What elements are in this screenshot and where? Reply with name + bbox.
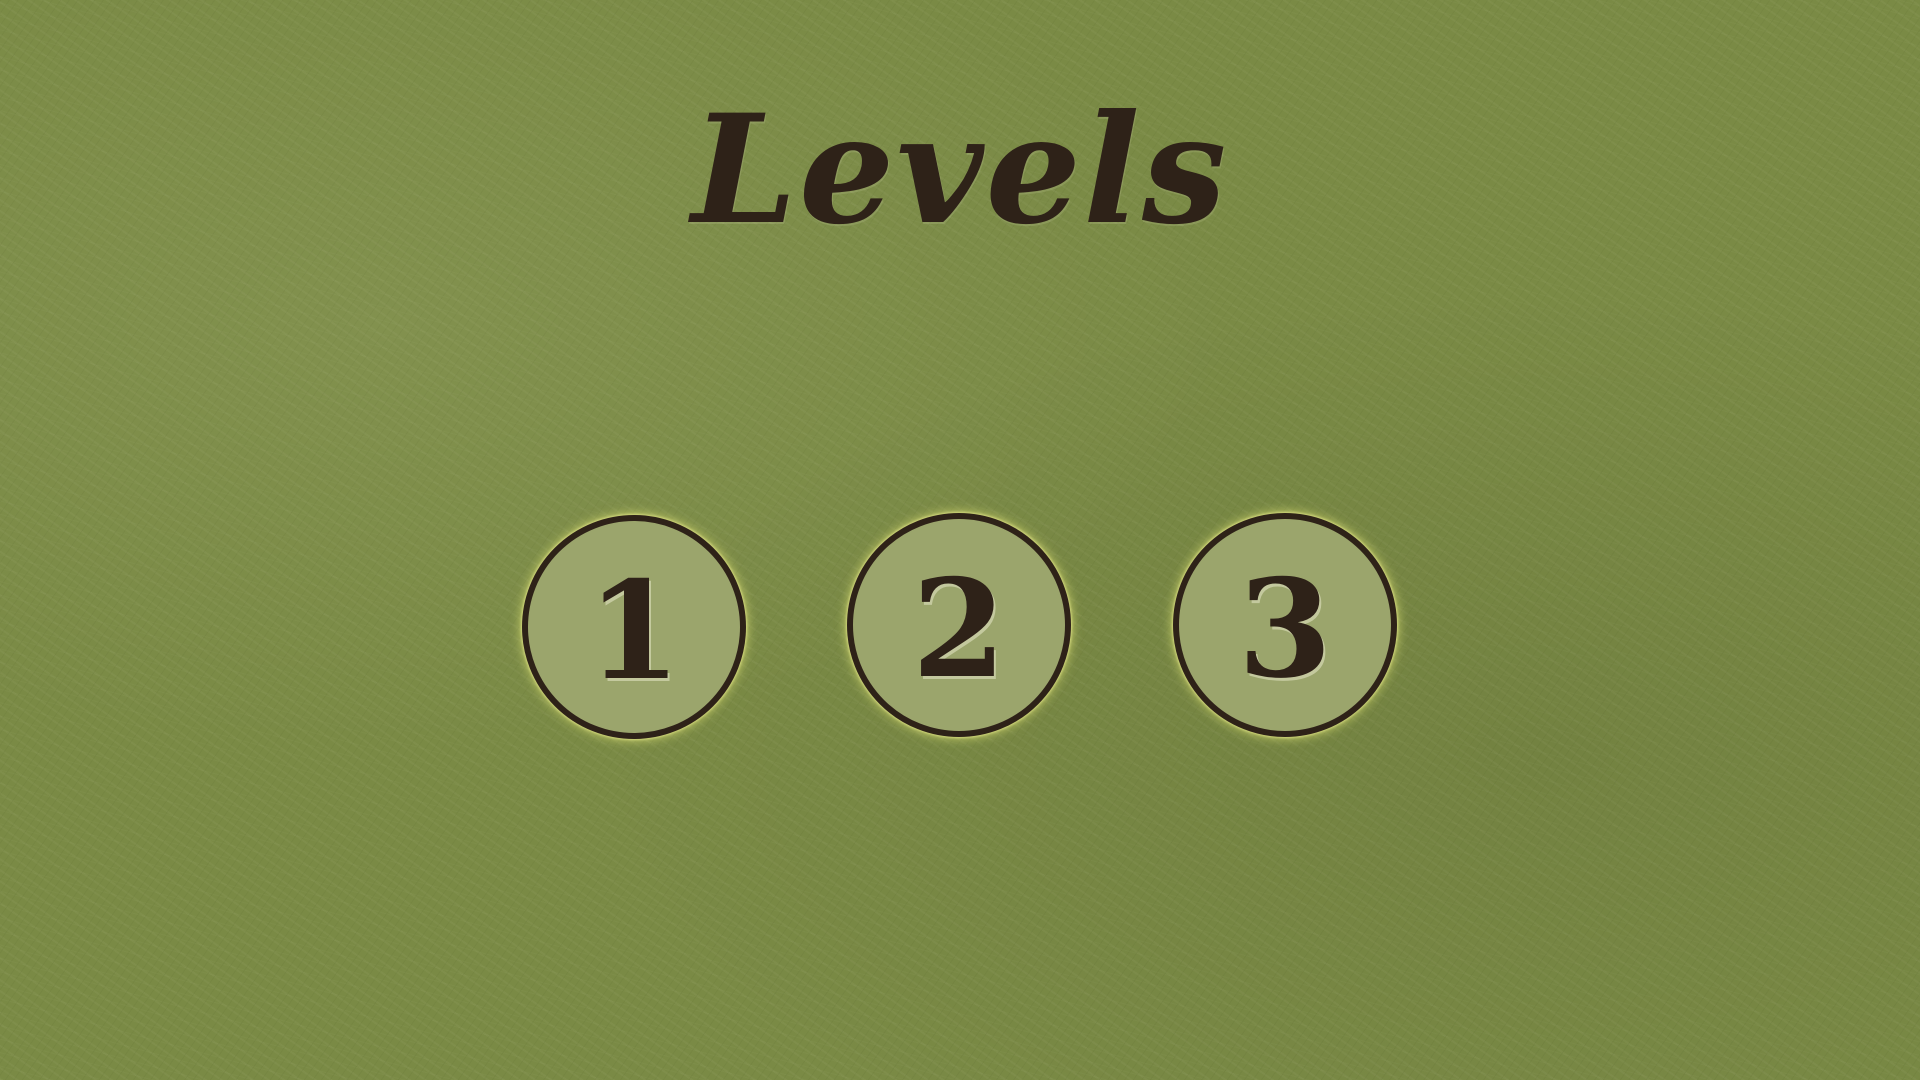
level-2-label: 2 [912,548,1006,708]
level-select-screen: Levels 1 2 3 [0,0,1920,1080]
page-title: Levels [691,82,1229,258]
level-1-label: 1 [587,550,681,710]
level-3-button[interactable]: 3 [1173,513,1397,737]
level-button-row: 1 2 3 [0,513,1920,750]
level-3-label: 3 [1238,548,1332,708]
level-2-button[interactable]: 2 [847,513,1071,737]
level-1-button[interactable]: 1 [522,515,746,739]
